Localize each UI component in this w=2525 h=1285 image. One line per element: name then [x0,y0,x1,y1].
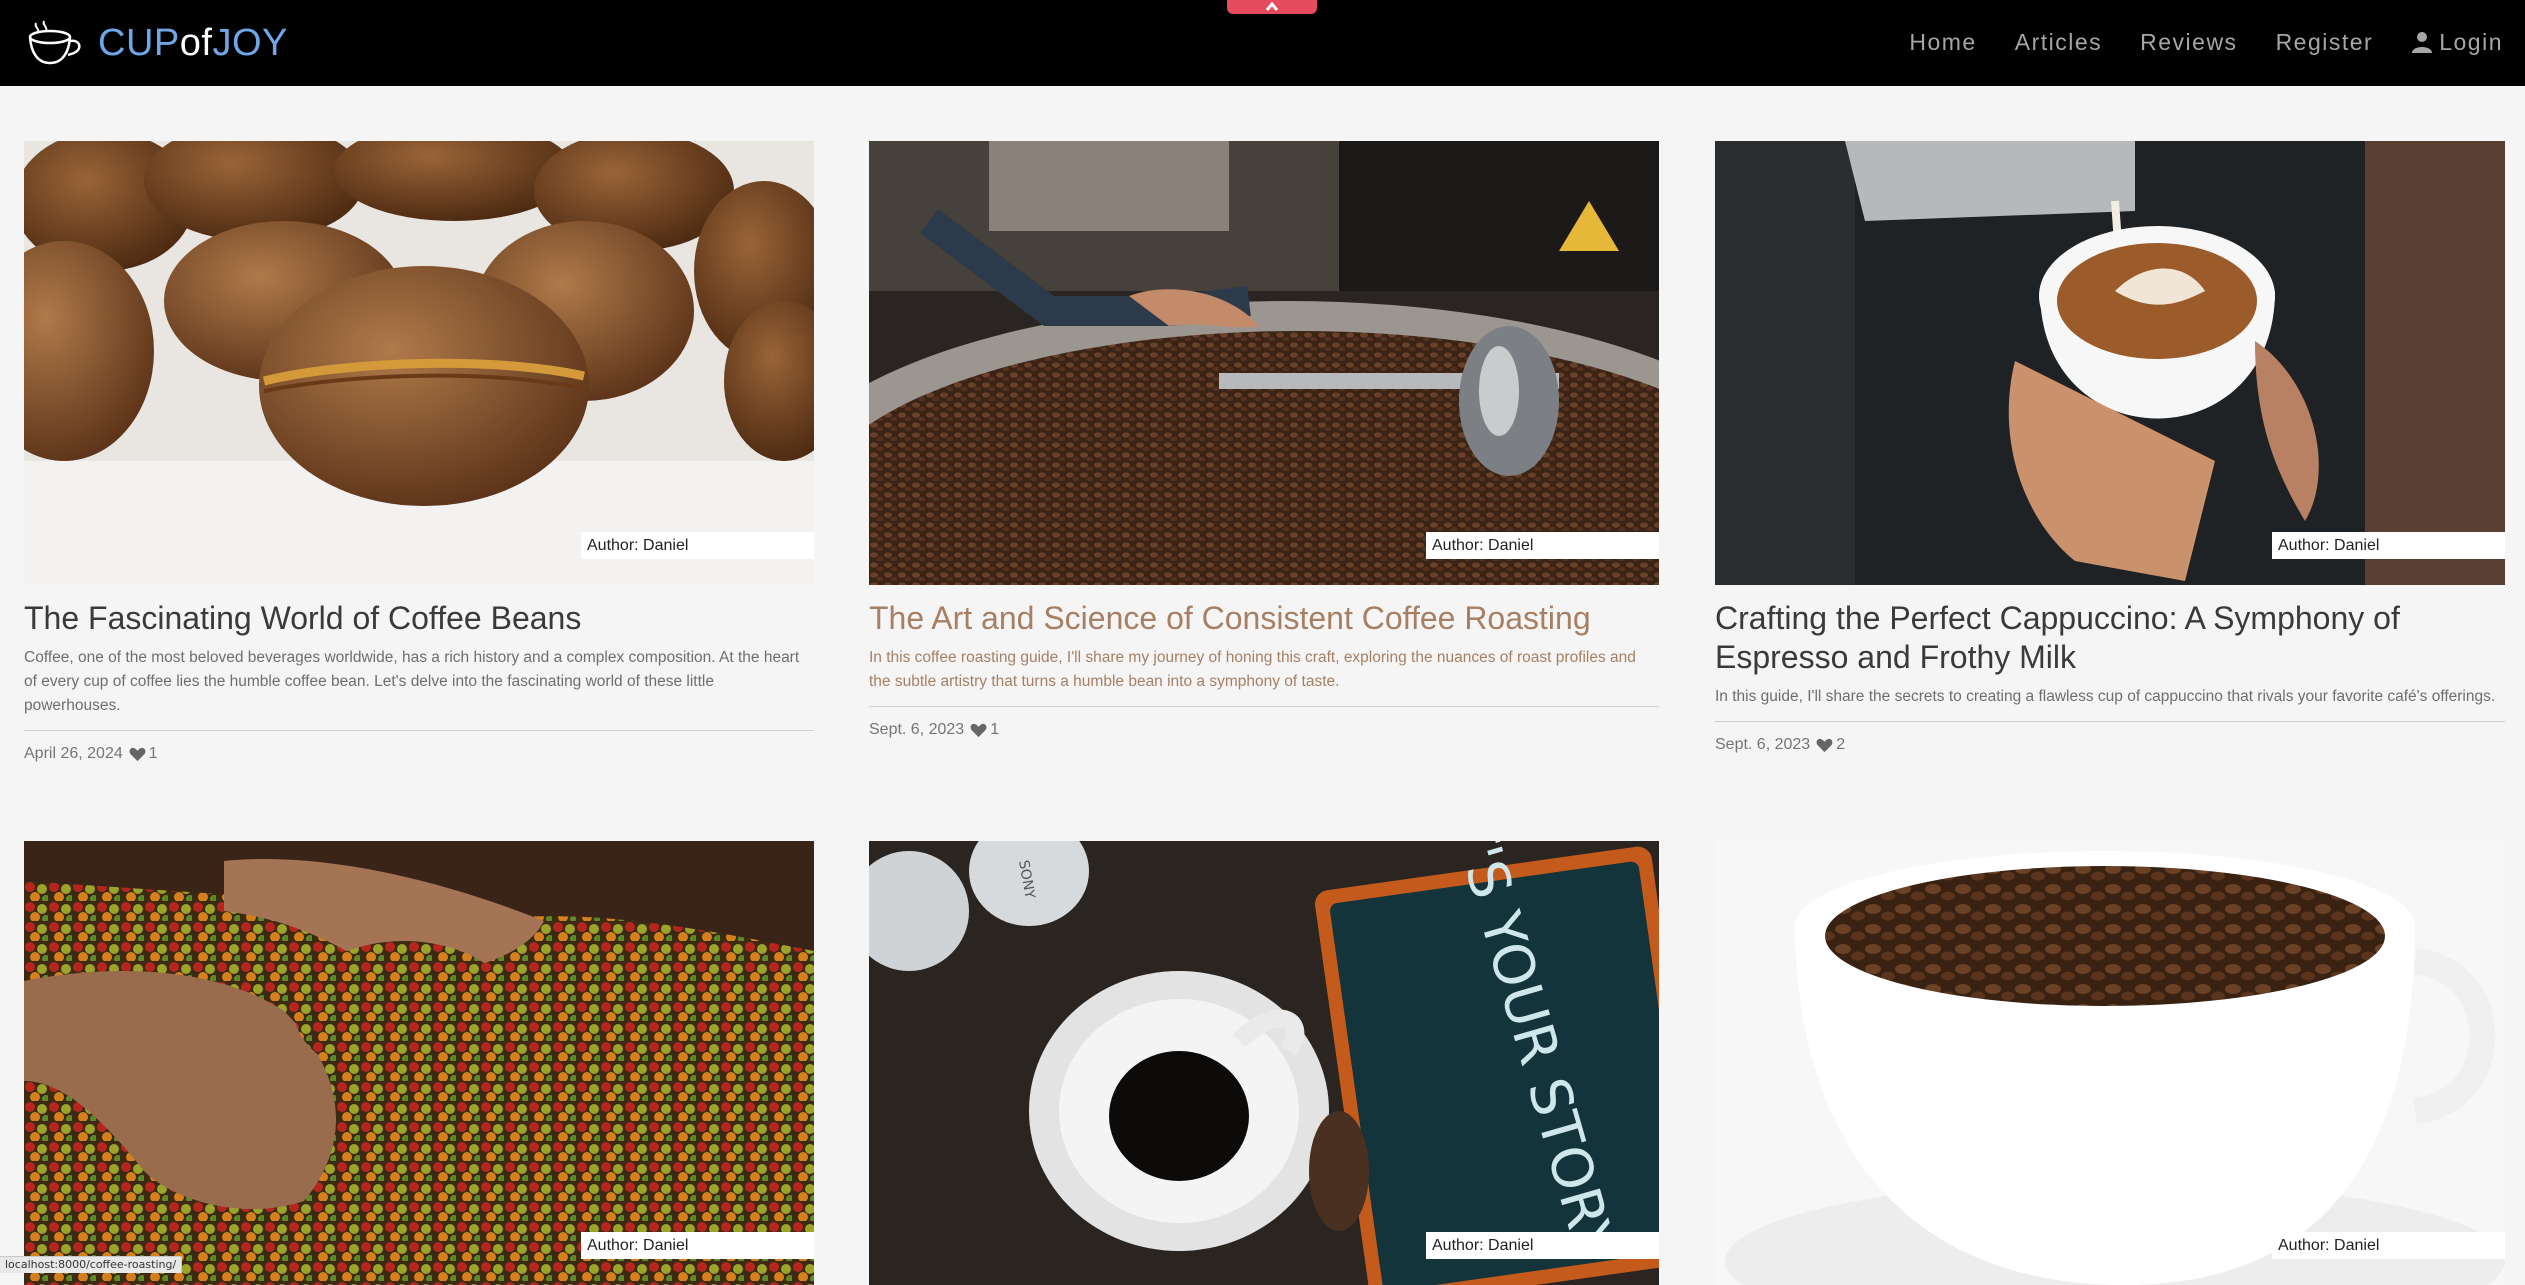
article-image[interactable]: Author: Daniel [24,141,814,585]
author-tag: Author: Daniel [1426,532,1659,559]
author-tag: Author: Daniel [2272,532,2505,559]
coffee-cup-icon [28,20,81,65]
article-title[interactable]: Crafting the Perfect Cappuccino: A Symph… [1715,599,2505,677]
article-meta: Sept. 6, 2023 2 [1715,736,2505,754]
article-image[interactable]: Author: Daniel [869,141,1659,585]
heart-icon[interactable] [1816,738,1833,753]
article-title[interactable]: The Fascinating World of Coffee Beans [24,599,814,638]
status-bar-url: localhost:8000/coffee-roasting/ [0,1256,183,1273]
nav-links: Home Articles Reviews Register Login [1871,0,2503,84]
divider [24,730,814,731]
author-tag: Author: Daniel [2272,1232,2505,1259]
article-date: Sept. 6, 2023 [869,721,965,738]
article-date: Sept. 6, 2023 [1715,736,1811,753]
nav-login[interactable]: Login [2411,29,2503,56]
coffee-bean-cup-photo [1715,841,2505,1285]
like-count: 1 [148,745,158,762]
article-card[interactable]: Author: Daniel The Art and Science of Co… [869,141,1659,739]
coffee-tablet-photo: WHAT'S YOUR STORY SONY [869,841,1659,1285]
article-description: In this coffee roasting guide, I'll shar… [869,649,1636,690]
divider [869,706,1659,707]
article-image[interactable]: Author: Daniel [1715,141,2505,585]
article-meta: Sept. 6, 2023 1 [869,721,1659,739]
heart-icon[interactable] [970,723,987,738]
coffee-cherries-photo [24,841,814,1285]
article-meta: April 26, 2024 1 [24,745,814,763]
chevron-up-icon [1265,1,1279,11]
nav-login-label: Login [2439,28,2503,55]
nav-register[interactable]: Register [2276,29,2374,56]
heart-icon[interactable] [129,747,146,762]
article-image[interactable]: Author: Daniel [1715,841,2505,1285]
brand-logo[interactable]: CUPofJOY [28,18,288,68]
coffee-beans-photo [24,141,814,585]
article-image[interactable]: Author: Daniel [24,841,814,1285]
article-date: April 26, 2024 [24,745,123,762]
coffee-roaster-photo [869,141,1659,585]
article-card[interactable]: Author: Daniel The Fascinating World of … [24,141,814,763]
article-card[interactable]: Author: Daniel Crafting the Perfect Capp… [1715,141,2505,754]
brand-name: CUPofJOY [98,21,288,64]
author-tag: Author: Daniel [581,532,814,559]
nav-reviews[interactable]: Reviews [2140,29,2237,56]
divider [1715,721,2505,722]
like-count: 1 [990,721,1000,738]
cappuccino-photo [1715,141,2505,585]
author-tag: Author: Daniel [581,1232,814,1259]
user-icon [2412,32,2433,53]
article-card[interactable]: WHAT'S YOUR STORY SONY Author: Daniel [869,841,1659,1285]
article-card[interactable]: Author: Daniel [24,841,814,1285]
author-tag: Author: Daniel [1426,1232,1659,1259]
like-count: 2 [1836,736,1846,753]
navbar: CUPofJOY Home Articles Reviews Register … [0,0,2525,86]
nav-articles[interactable]: Articles [2015,29,2102,56]
nav-home[interactable]: Home [1909,29,1976,56]
article-description: In this guide, I'll share the secrets to… [1715,688,2496,705]
article-image[interactable]: WHAT'S YOUR STORY SONY Author: Daniel [869,841,1659,1285]
article-card[interactable]: Author: Daniel [1715,841,2505,1285]
scroll-top-tab[interactable] [1227,0,1317,14]
article-title[interactable]: The Art and Science of Consistent Coffee… [869,599,1659,638]
article-description: Coffee, one of the most beloved beverage… [24,649,800,714]
